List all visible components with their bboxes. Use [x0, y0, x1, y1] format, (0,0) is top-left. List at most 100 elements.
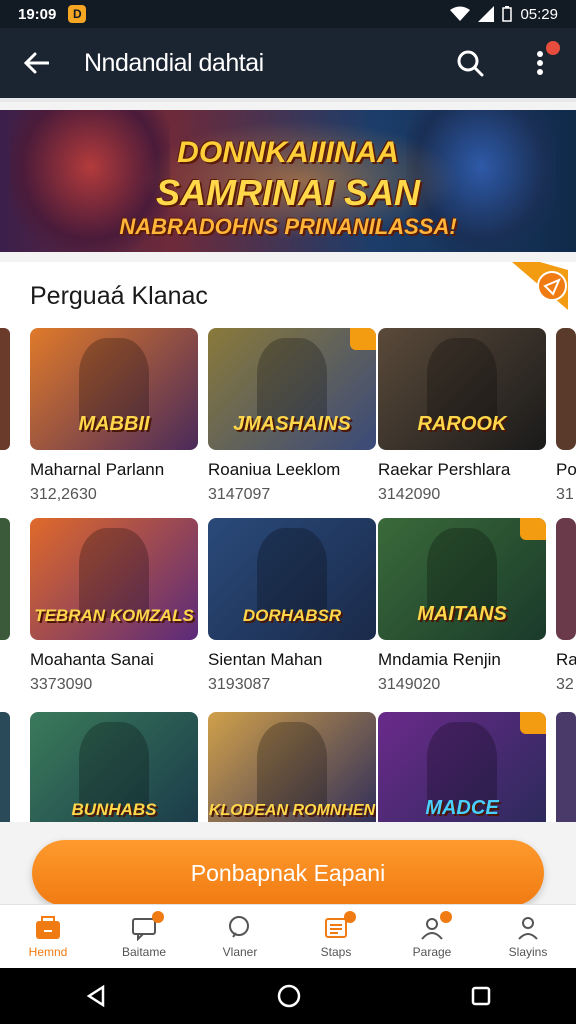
game-thumbnail: [556, 518, 576, 640]
bottom-nav: Hemnd Baitame Vlaner Staps Parage Slayin…: [0, 904, 576, 968]
promo-banner[interactable]: DONNKAIIINAA SAMRINAI SAN NABRADOHNS PRI…: [0, 110, 576, 252]
game-art-title: RAROOK: [417, 413, 507, 435]
game-count: 3373090: [30, 676, 93, 693]
banner-headline-2: SAMRINAI SAN: [155, 172, 420, 213]
system-nav-bar: [0, 968, 576, 1024]
page-title: Nndandial dahtai: [84, 48, 264, 77]
search-icon: [229, 915, 249, 938]
banner-subheadline: NABRADOHNS PRINANILASSA!: [119, 214, 457, 239]
game-card[interactable]: JMASHAINS Roaniua Leeklom 3147097: [208, 328, 376, 504]
group-icon-wrap: [418, 910, 452, 941]
edge-card-left[interactable]: [0, 712, 10, 822]
edge-card-left[interactable]: [0, 328, 10, 450]
edge-card-right[interactable]: [556, 712, 576, 822]
status-right: 05:29: [450, 6, 558, 23]
section-title: Perguaá Klanac: [30, 282, 208, 310]
game-count: 3142090: [378, 486, 441, 503]
game-name: Roaniua Leeklom: [208, 460, 341, 479]
nav-item-search[interactable]: Vlaner: [192, 905, 288, 968]
nav-item-home[interactable]: Hemnd: [0, 905, 96, 968]
game-thumbnail: TEBRAN KOMZALS: [30, 518, 198, 640]
game-count: 3193087: [208, 676, 271, 693]
app-bar: Nndandial dahtai: [0, 28, 576, 102]
nav-badge: [440, 910, 452, 923]
banner-headline-1: DONNKAIIINAA: [177, 136, 399, 169]
status-bar: 19:09 D 05:29: [0, 0, 576, 28]
game-name: Sientan Mahan: [208, 650, 323, 669]
tag-badge: [520, 712, 546, 734]
game-thumbnail: KLODEAN ROMNHEN: [208, 712, 376, 822]
game-card[interactable]: MADCE: [378, 712, 546, 822]
edge-card-left[interactable]: [0, 518, 10, 640]
list-icon-wrap: [322, 910, 356, 941]
edge-card-right[interactable]: Ra 32: [556, 518, 576, 694]
game-thumbnail: BUNHABS: [30, 712, 198, 822]
game-art-title: MAITANS: [417, 603, 507, 625]
nav-item-profile[interactable]: Slayins: [480, 905, 576, 968]
game-art-title: MABBII: [78, 413, 150, 435]
game-row: TEBRAN KOMZALS Moahanta Sanai 3373090 DO…: [0, 518, 576, 698]
notification-badge: [546, 41, 560, 55]
home-circle-icon[interactable]: [277, 984, 301, 1008]
game-thumbnail: [556, 328, 576, 450]
nav-label: Baitame: [121, 944, 167, 959]
nav-item-chat[interactable]: Baitame: [96, 905, 192, 968]
game-card[interactable]: KLODEAN ROMNHEN: [208, 712, 376, 822]
game-name: Maharnal Parlann: [30, 460, 165, 479]
battery-icon: [502, 6, 513, 22]
arrow-left-icon: [23, 52, 49, 74]
back-triangle-icon[interactable]: [85, 985, 107, 1007]
primary-cta-button[interactable]: Ponbapnak Eapani: [32, 840, 544, 906]
game-name: Mndamia Renjin: [378, 650, 501, 669]
game-art-title: MADCE: [425, 797, 499, 819]
game-row: BUNHABS KLODEAN ROMNHEN MADCE: [0, 712, 576, 822]
game-thumbnail: RAROOK: [378, 328, 546, 450]
game-art-figure: [257, 722, 327, 812]
nav-item-list[interactable]: Staps: [288, 905, 384, 968]
back-button[interactable]: [18, 45, 54, 81]
more-vertical-icon: [537, 51, 543, 75]
chat-icon-wrap: [130, 910, 164, 941]
edge-card-right[interactable]: Po 31: [556, 328, 576, 504]
game-count: 3149020: [378, 676, 441, 693]
search-button[interactable]: [452, 45, 488, 81]
tag-badge: [350, 328, 376, 350]
game-count: 312,2630: [30, 486, 97, 503]
game-name: Moahanta Sanai: [30, 650, 154, 669]
wifi-icon: [450, 6, 471, 21]
nav-label: Slayins: [508, 944, 548, 959]
game-count: 32: [556, 676, 574, 693]
notification-icon: D: [68, 5, 87, 23]
game-card[interactable]: RAROOK Raekar Pershlara 3142090: [378, 328, 546, 504]
nav-item-group[interactable]: Parage: [384, 905, 480, 968]
game-card[interactable]: DORHABSR Sientan Mahan 3193087: [208, 518, 376, 694]
game-thumbnail: MAITANS: [378, 518, 546, 640]
game-count: 3147097: [208, 486, 271, 503]
game-art-title: BUNHABS: [71, 800, 157, 819]
game-card[interactable]: MAITANS Mndamia Renjin 3149020: [378, 518, 546, 694]
nav-label: Parage: [412, 944, 452, 959]
game-art-title: JMASHAINS: [233, 413, 351, 435]
game-art-figure: [79, 528, 149, 618]
status-clock: 05:29: [520, 5, 558, 23]
nav-label: Staps: [320, 944, 352, 959]
profile-icon: [518, 916, 538, 940]
game-art-figure: [79, 722, 149, 812]
nav-label: Vlaner: [222, 944, 258, 959]
game-card[interactable]: BUNHABS: [30, 712, 198, 822]
game-card[interactable]: TEBRAN KOMZALS Moahanta Sanai 3373090: [30, 518, 198, 694]
game-thumbnail: DORHABSR: [208, 518, 376, 640]
game-name: Ra: [556, 650, 576, 669]
game-thumbnail: MABBII: [30, 328, 198, 450]
ribbon-tag-icon[interactable]: [498, 262, 568, 310]
nav-label: Hemnd: [28, 944, 68, 959]
game-thumbnail: MADCE: [378, 712, 546, 822]
game-row: MABBII Maharnal Parlann 312,2630 JMASHAI…: [0, 328, 576, 508]
recents-square-icon[interactable]: [471, 986, 491, 1006]
nav-badge: [152, 910, 164, 923]
game-art-title: DORHABSR: [242, 606, 342, 625]
search-icon: [457, 50, 484, 77]
signal-icon: [478, 6, 495, 22]
game-card[interactable]: MABBII Maharnal Parlann 312,2630: [30, 328, 198, 504]
more-menu-button[interactable]: [522, 41, 560, 81]
